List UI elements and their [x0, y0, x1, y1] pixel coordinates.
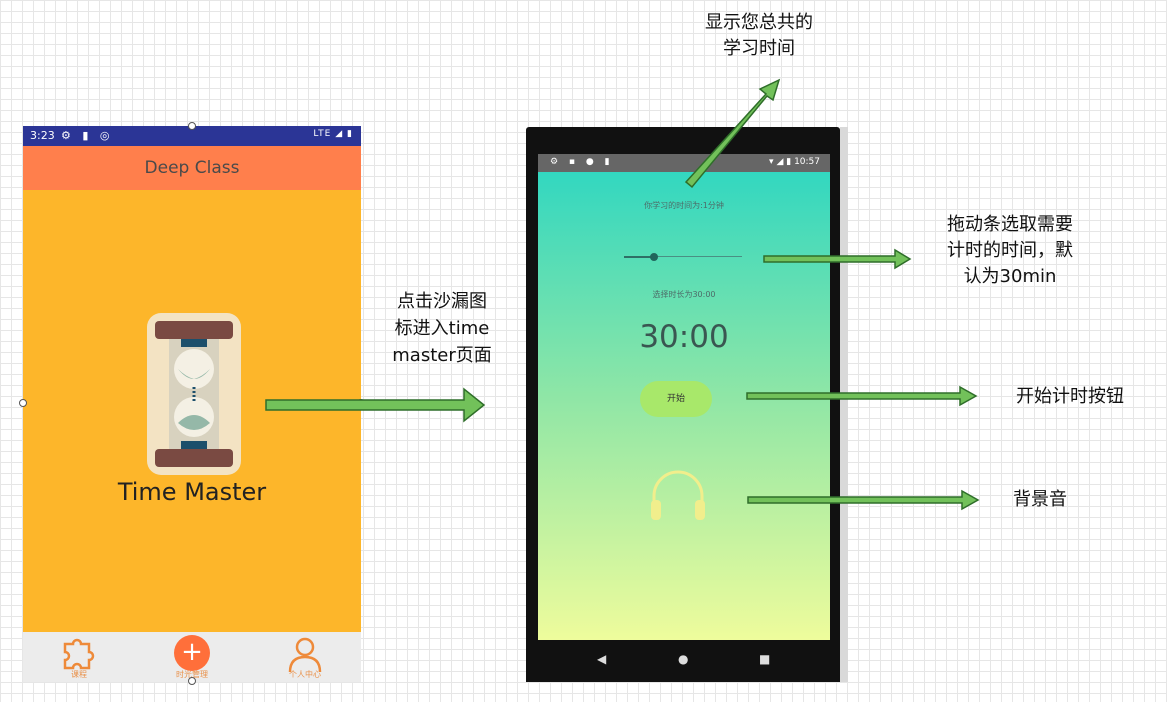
total-study-time: 你学习的时间为:1分钟: [644, 201, 724, 210]
selection-handle: [19, 399, 27, 407]
left-phone-screen: 3:23 ⚙ ▮ ◎ LTE ◢ ▮ Deep Class Time Maste…: [23, 126, 361, 682]
system-nav-bar: ◀ ● ■: [526, 640, 840, 682]
signal-icon: ◢: [776, 157, 784, 167]
status-time: 10:57: [794, 157, 820, 167]
selected-duration: 选择时长为30:00: [652, 290, 716, 299]
status-bar: ⚙ ▪ ● ▮ ▾ ◢ ▮ 10:57: [538, 154, 830, 172]
signal-icon: ◢: [335, 129, 344, 139]
headphone-icon[interactable]: [649, 470, 707, 522]
status-icons: ⚙ ▪ ● ▮: [550, 157, 614, 167]
annotation-total-time: 显示您总共的 学习时间: [684, 10, 834, 62]
wifi-icon: ▾: [769, 157, 774, 167]
annotation-tap-hourglass: 点击沙漏图 标进入time master页面: [372, 288, 512, 369]
selection-handle: [357, 399, 365, 407]
nav-label-course: 课程: [71, 670, 87, 679]
annotation-start-button: 开始计时按钮: [1016, 386, 1124, 407]
annotation-line: 显示您总共的: [705, 12, 813, 33]
annotation-line: 标进入time: [394, 318, 490, 339]
hourglass-icon[interactable]: [147, 313, 241, 475]
annotation-line: 点击沙漏图: [397, 291, 487, 312]
person-icon: [288, 637, 322, 673]
app-header: Deep Class: [23, 146, 361, 190]
annotation-line: 学习时间: [723, 38, 795, 59]
nav-item-course[interactable]: 课程: [39, 632, 119, 682]
annotation-line: 计时的时间，默: [947, 240, 1073, 261]
network-label: LTE: [313, 129, 332, 139]
time-master-label: Time Master: [117, 478, 267, 506]
status-icons: ⚙ ▮ ◎: [61, 129, 114, 142]
plus-icon: +: [174, 635, 210, 671]
battery-icon: ▮: [347, 129, 353, 139]
annotation-line: master页面: [392, 345, 492, 366]
nav-item-profile[interactable]: 个人中心: [265, 632, 345, 682]
duration-slider-thumb[interactable]: [649, 253, 658, 261]
start-button[interactable]: 开始: [640, 381, 712, 417]
annotation-drag-slider: 拖动条选取需要 计时的时间，默 认为30min: [920, 212, 1100, 290]
home-icon[interactable]: ●: [678, 652, 688, 666]
annotation-line: 拖动条选取需要: [947, 214, 1073, 235]
recents-icon[interactable]: ■: [759, 652, 770, 666]
annotation-line: 认为30min: [963, 266, 1057, 287]
selection-handle: [188, 677, 196, 685]
nav-label-profile: 个人中心: [289, 670, 321, 679]
timer-display: 30:00: [639, 319, 729, 355]
nav-item-time-management[interactable]: + 时光管理: [152, 632, 232, 682]
back-icon[interactable]: ◀: [597, 652, 606, 666]
phone-frame-side: [840, 127, 848, 682]
status-time: 3:23: [30, 129, 55, 142]
bottom-nav: 课程 + 时光管理 个人中心: [23, 632, 361, 682]
selection-handle: [188, 122, 196, 130]
annotation-background-music: 背景音: [1013, 489, 1067, 510]
battery-icon: ▮: [786, 157, 792, 167]
puzzle-icon: [63, 638, 95, 670]
timer-screen: ⚙ ▪ ● ▮ ▾ ◢ ▮ 10:57 你学习的时间为:1分钟 选择时长为30:…: [538, 154, 830, 640]
